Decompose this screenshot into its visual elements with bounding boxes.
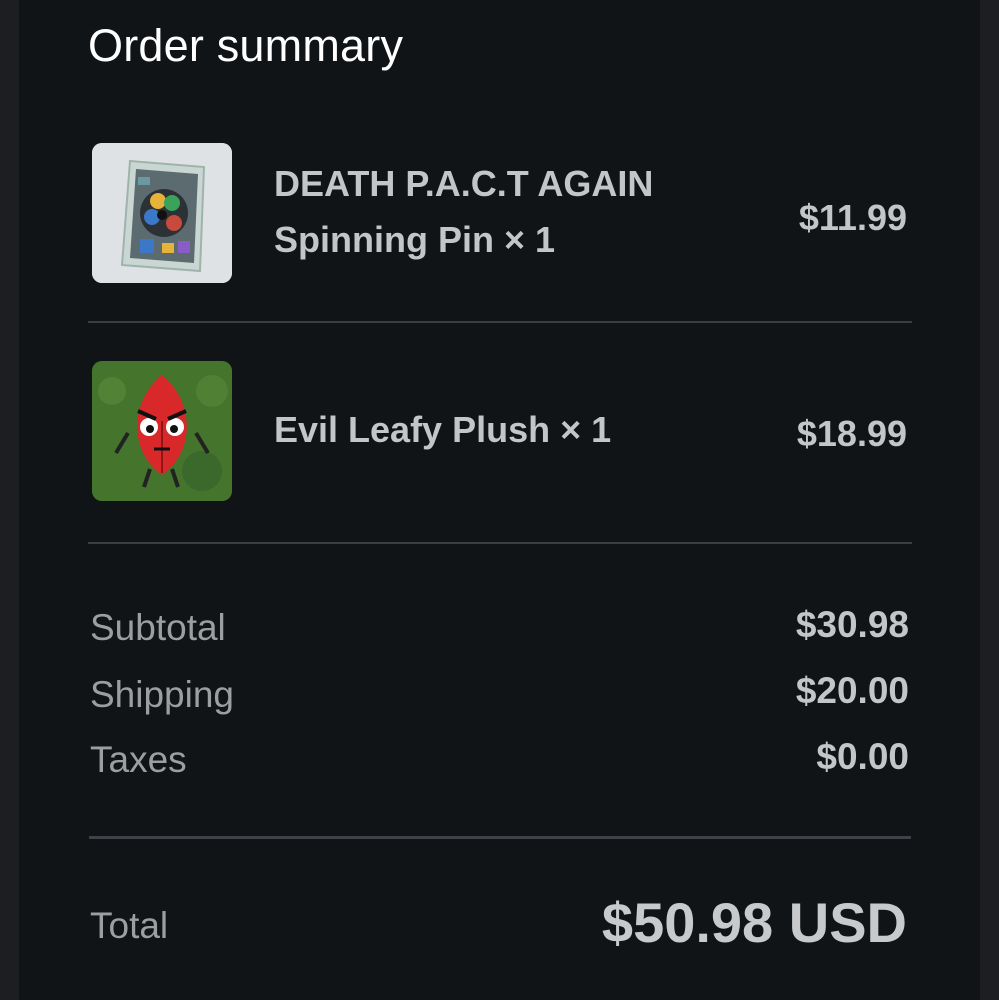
divider — [89, 836, 911, 839]
item-price: $11.99 — [798, 197, 907, 238]
evil-leafy-plush-thumbnail — [92, 361, 232, 501]
total-value: $50.98 USD — [601, 891, 907, 954]
taxes-label: Taxes — [90, 739, 187, 780]
divider — [88, 321, 912, 323]
total-label: Total — [90, 905, 169, 946]
item-name-line2: Spinning Pin × 1 — [274, 219, 556, 260]
divider — [88, 542, 912, 544]
shipping-value: $20.00 — [795, 670, 909, 711]
subtotal-label: Subtotal — [90, 607, 226, 648]
subtotal-value: $30.98 — [795, 604, 909, 645]
item-price: $18.99 — [796, 413, 907, 454]
order-summary-title: Order summary — [88, 20, 404, 71]
spinning-pin-thumbnail — [92, 143, 232, 283]
item-name: Evil Leafy Plush × 1 — [274, 409, 612, 450]
shipping-label: Shipping — [90, 674, 235, 715]
taxes-value: $0.00 — [816, 736, 909, 777]
item-name-line1: DEATH P.A.C.T AGAIN — [274, 163, 654, 204]
